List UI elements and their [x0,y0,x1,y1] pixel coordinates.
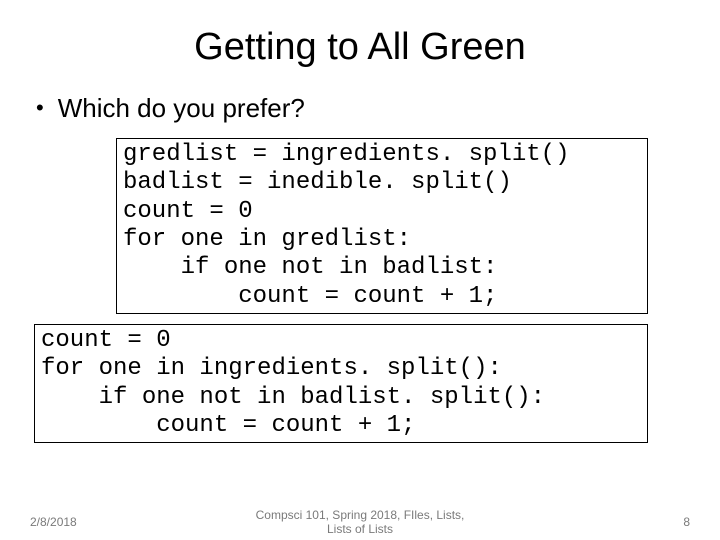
code-block-2: count = 0 for one in ingredients. split(… [34,324,648,443]
bullet-dot-icon: • [36,93,44,123]
footer-center-line2: Lists of Lists [327,522,393,536]
slide: Getting to All Green • Which do you pref… [0,0,720,540]
code-block-1: gredlist = ingredients. split() badlist … [116,138,648,314]
footer-center-line1: Compsci 101, Spring 2018, FIles, Lists, [256,508,465,522]
slide-title: Getting to All Green [24,26,696,69]
footer-center: Compsci 101, Spring 2018, FIles, Lists, … [0,508,720,537]
bullet-item: • Which do you prefer? [36,93,696,124]
footer-page-number: 8 [683,515,690,529]
bullet-text: Which do you prefer? [58,93,305,124]
